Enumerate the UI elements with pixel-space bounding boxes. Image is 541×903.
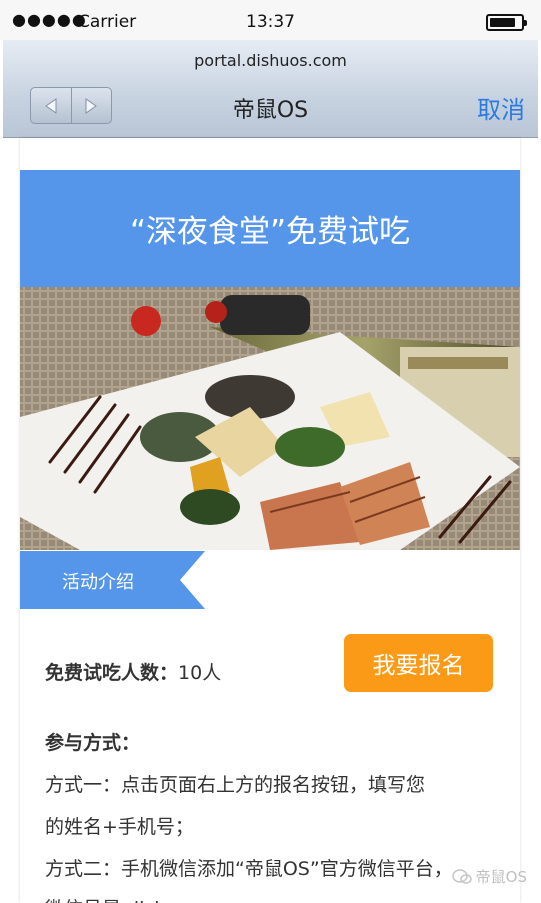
hero-title: “深夜食堂”免费试吃	[129, 214, 411, 250]
hero-banner: “深夜食堂”免费试吃	[20, 170, 520, 287]
trial-count-label: 免费试吃人数：	[45, 662, 179, 684]
food-photo	[20, 287, 520, 550]
browser-bar: portal.dishuos.com 帝鼠OS 取消	[3, 40, 538, 138]
wechat-icon	[451, 868, 472, 884]
section-label: 活动介绍	[62, 572, 134, 593]
page-title: 帝鼠OS	[232, 98, 309, 123]
paragraph-line: 方式一：点击页面右上方的报名按钮，填写您	[45, 774, 426, 796]
signup-button[interactable]: 我要报名	[344, 634, 493, 692]
content-card: “深夜食堂”免费试吃 活动介绍 免费试吃人数：10人 我要报名 参与方式： 方式…	[20, 138, 520, 903]
trial-count-value: 10人	[178, 662, 222, 684]
paragraph-line: 方式二：手机微信添加“帝鼠OS”官方微信平台，	[45, 858, 453, 880]
cancel-button[interactable]: 取消	[477, 90, 525, 125]
battery-icon	[486, 14, 527, 31]
paragraph-line: 微信号是 dishuos	[45, 894, 200, 903]
status-bar: ●●●●● Carrier 13:37	[0, 0, 541, 40]
watermark-text: 帝鼠OS	[475, 868, 527, 886]
paragraph-line: 的姓名+手机号；	[45, 816, 194, 838]
wechat-watermark: 帝鼠OS	[451, 866, 527, 887]
participation-heading: 参与方式：	[45, 732, 141, 754]
trial-count: 免费试吃人数：10人	[45, 658, 221, 685]
url-bar[interactable]: portal.dishuos.com	[3, 51, 538, 70]
clock: 13:37	[246, 12, 295, 32]
